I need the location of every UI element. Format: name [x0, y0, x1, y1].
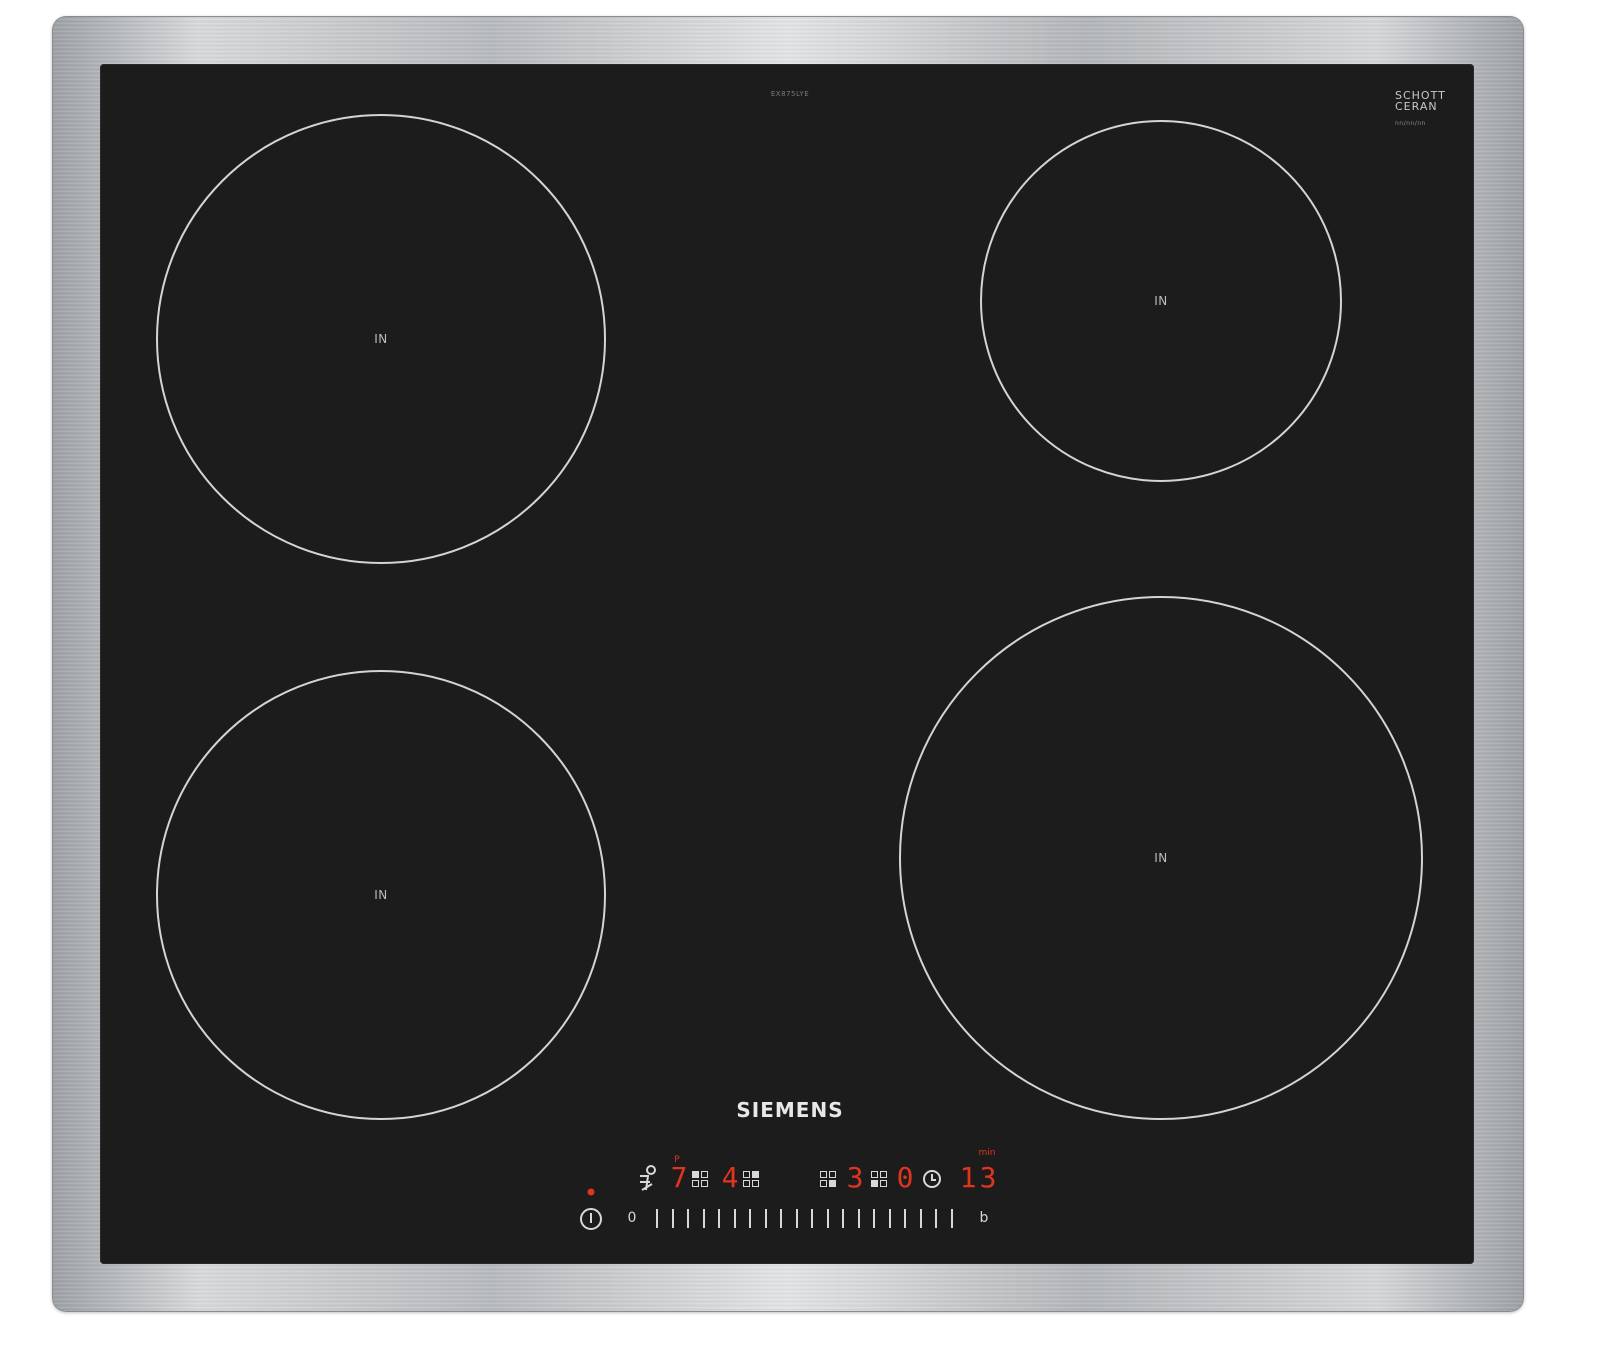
zone-select-front-left-button[interactable] [743, 1171, 759, 1187]
slider-tick[interactable] [671, 1209, 674, 1228]
slider-tick[interactable] [764, 1209, 767, 1228]
slider-tick[interactable] [795, 1209, 798, 1228]
slider-tick[interactable] [656, 1209, 658, 1228]
zone-display-3: 3 [846, 1161, 864, 1194]
siemens-logo: SIEMENS [736, 1098, 844, 1122]
slider-tick[interactable] [842, 1209, 844, 1228]
zone-display-1: 7 [670, 1161, 688, 1194]
zone-label-rear-right: IN [1154, 294, 1168, 308]
slider-min-label: 0 [627, 1210, 637, 1226]
power-level-slider[interactable] [650, 1209, 953, 1229]
slider-tick[interactable] [873, 1209, 875, 1228]
zone-display-4: 0 [896, 1161, 914, 1194]
power-button[interactable] [580, 1208, 602, 1230]
slider-tick[interactable] [950, 1209, 953, 1228]
ceran-logo-code: nn/nn/nn [1395, 120, 1426, 127]
timer-unit-label: min [978, 1148, 996, 1158]
zone-display-2: 4 [721, 1161, 739, 1194]
zone-select-rear-right-button[interactable] [871, 1171, 887, 1187]
child-lock-icon[interactable] [636, 1164, 660, 1194]
slider-tick[interactable] [888, 1209, 891, 1228]
zone-label-rear-left: IN [374, 332, 388, 346]
schott-ceran-logo: SCHOTT CERAN nn/nn/nn [1395, 90, 1446, 129]
slider-tick[interactable] [733, 1209, 736, 1228]
slider-tick[interactable] [811, 1209, 813, 1228]
timer-display-digit-2: 3 [979, 1161, 997, 1194]
slider-tick[interactable] [935, 1209, 937, 1228]
slider-tick[interactable] [718, 1209, 720, 1228]
timer-display-digit-1: 1 [959, 1161, 977, 1194]
slider-tick[interactable] [702, 1209, 705, 1228]
ceran-logo-line2: CERAN [1395, 100, 1438, 113]
slider-tick[interactable] [857, 1209, 860, 1228]
slider-boost-label[interactable]: b [980, 1210, 989, 1226]
slider-tick[interactable] [687, 1209, 689, 1228]
slider-tick[interactable] [919, 1209, 922, 1228]
power-indicator-dot [587, 1188, 595, 1196]
slider-tick[interactable] [904, 1209, 906, 1228]
zone-label-front-left: IN [374, 888, 388, 902]
zone-select-front-right-button[interactable] [820, 1171, 836, 1187]
model-code-text: EX875LYE [770, 90, 810, 98]
slider-tick[interactable] [749, 1209, 751, 1228]
zone-select-rear-left-button[interactable] [692, 1171, 708, 1187]
slider-tick[interactable] [826, 1209, 829, 1228]
timer-clock-icon[interactable] [923, 1170, 941, 1188]
slider-tick[interactable] [780, 1209, 782, 1228]
zone-label-front-right: IN [1154, 851, 1168, 865]
